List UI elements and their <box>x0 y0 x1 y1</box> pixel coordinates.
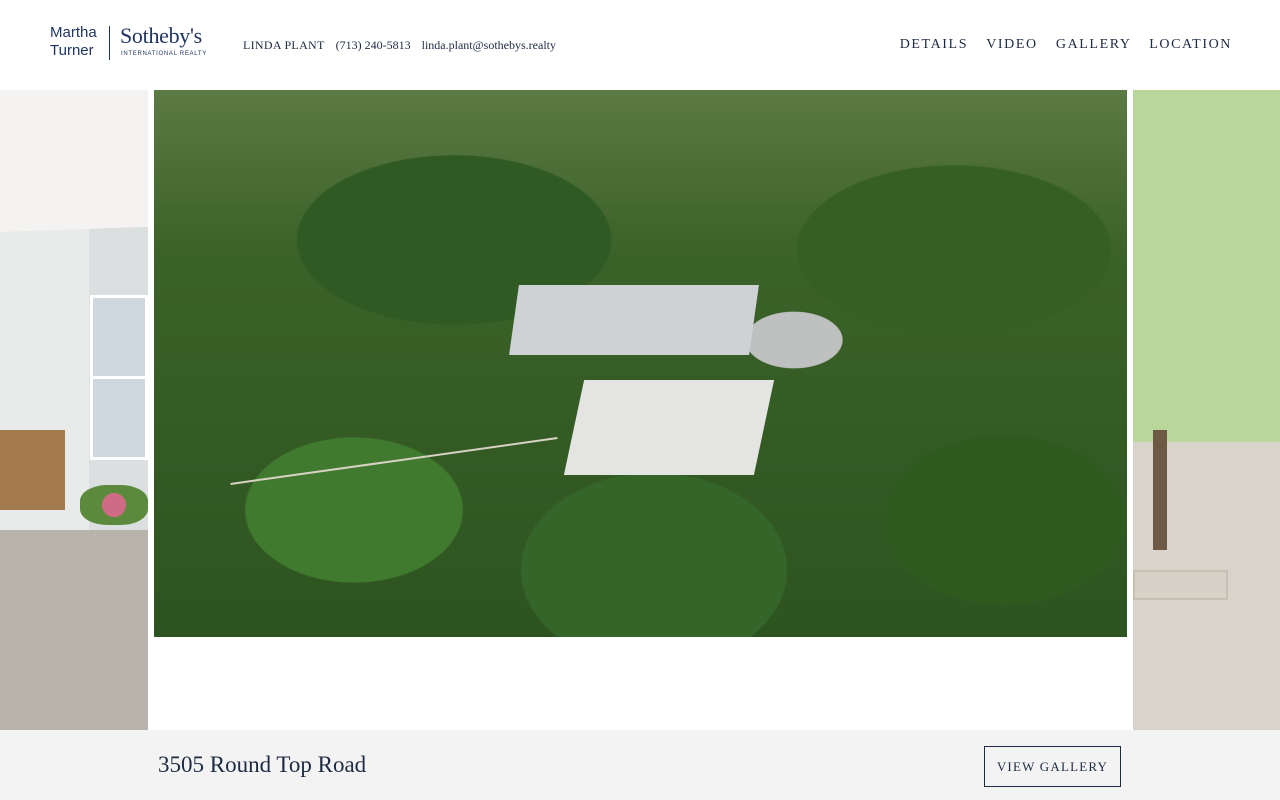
nav-location[interactable]: LOCATION <box>1149 37 1232 52</box>
view-gallery-button[interactable]: VIEW GALLERY <box>984 746 1121 787</box>
yard-fence <box>230 437 558 485</box>
tree-trunk <box>1153 430 1167 550</box>
logo-international-realty: INTERNATIONAL REALTY <box>121 51 207 57</box>
house-window <box>90 295 148 460</box>
garden-bed <box>1133 570 1228 600</box>
nav-video[interactable]: VIDEO <box>986 37 1038 52</box>
main-nav: DETAILS VIDEO GALLERY LOCATION <box>887 37 1232 53</box>
logo-divider <box>109 26 110 60</box>
property-address: 3505 Round Top Road <box>158 752 367 777</box>
logo-line-turner: Turner <box>50 42 94 59</box>
listing-bar: 3505 Round Top Road VIEW GALLERY <box>0 730 1280 800</box>
agent-email[interactable]: linda.plant@sothebys.realty <box>422 38 556 52</box>
house-roof <box>509 285 759 355</box>
house-wing <box>563 380 775 475</box>
logo-line-martha: Martha <box>50 24 97 41</box>
previous-slide-house-porch-photo[interactable] <box>0 90 148 730</box>
agent-phone[interactable]: (713) 240-5813 <box>336 38 411 52</box>
logo-martha-turner: Martha Turner <box>50 24 97 60</box>
flower-planter <box>80 485 148 525</box>
current-slide-aerial-property-photo[interactable] <box>154 90 1127 637</box>
logo-sothebys: Sotheby's <box>120 23 202 48</box>
nav-details[interactable]: DETAILS <box>900 37 968 52</box>
next-slide-garden-trees-photo[interactable] <box>1133 90 1280 730</box>
agent-name: LINDA PLANT <box>243 38 325 52</box>
porch-floor <box>0 530 148 730</box>
wooden-bench <box>0 430 65 510</box>
martha-turner-sothebys-logo[interactable]: Martha Turner Sotheby's INTERNATIONAL RE… <box>50 23 212 64</box>
agent-contact: LINDA PLANT (713) 240-5813 linda.plant@s… <box>243 38 564 53</box>
site-header: Martha Turner Sotheby's INTERNATIONAL RE… <box>0 0 1280 90</box>
nav-gallery[interactable]: GALLERY <box>1056 37 1131 52</box>
